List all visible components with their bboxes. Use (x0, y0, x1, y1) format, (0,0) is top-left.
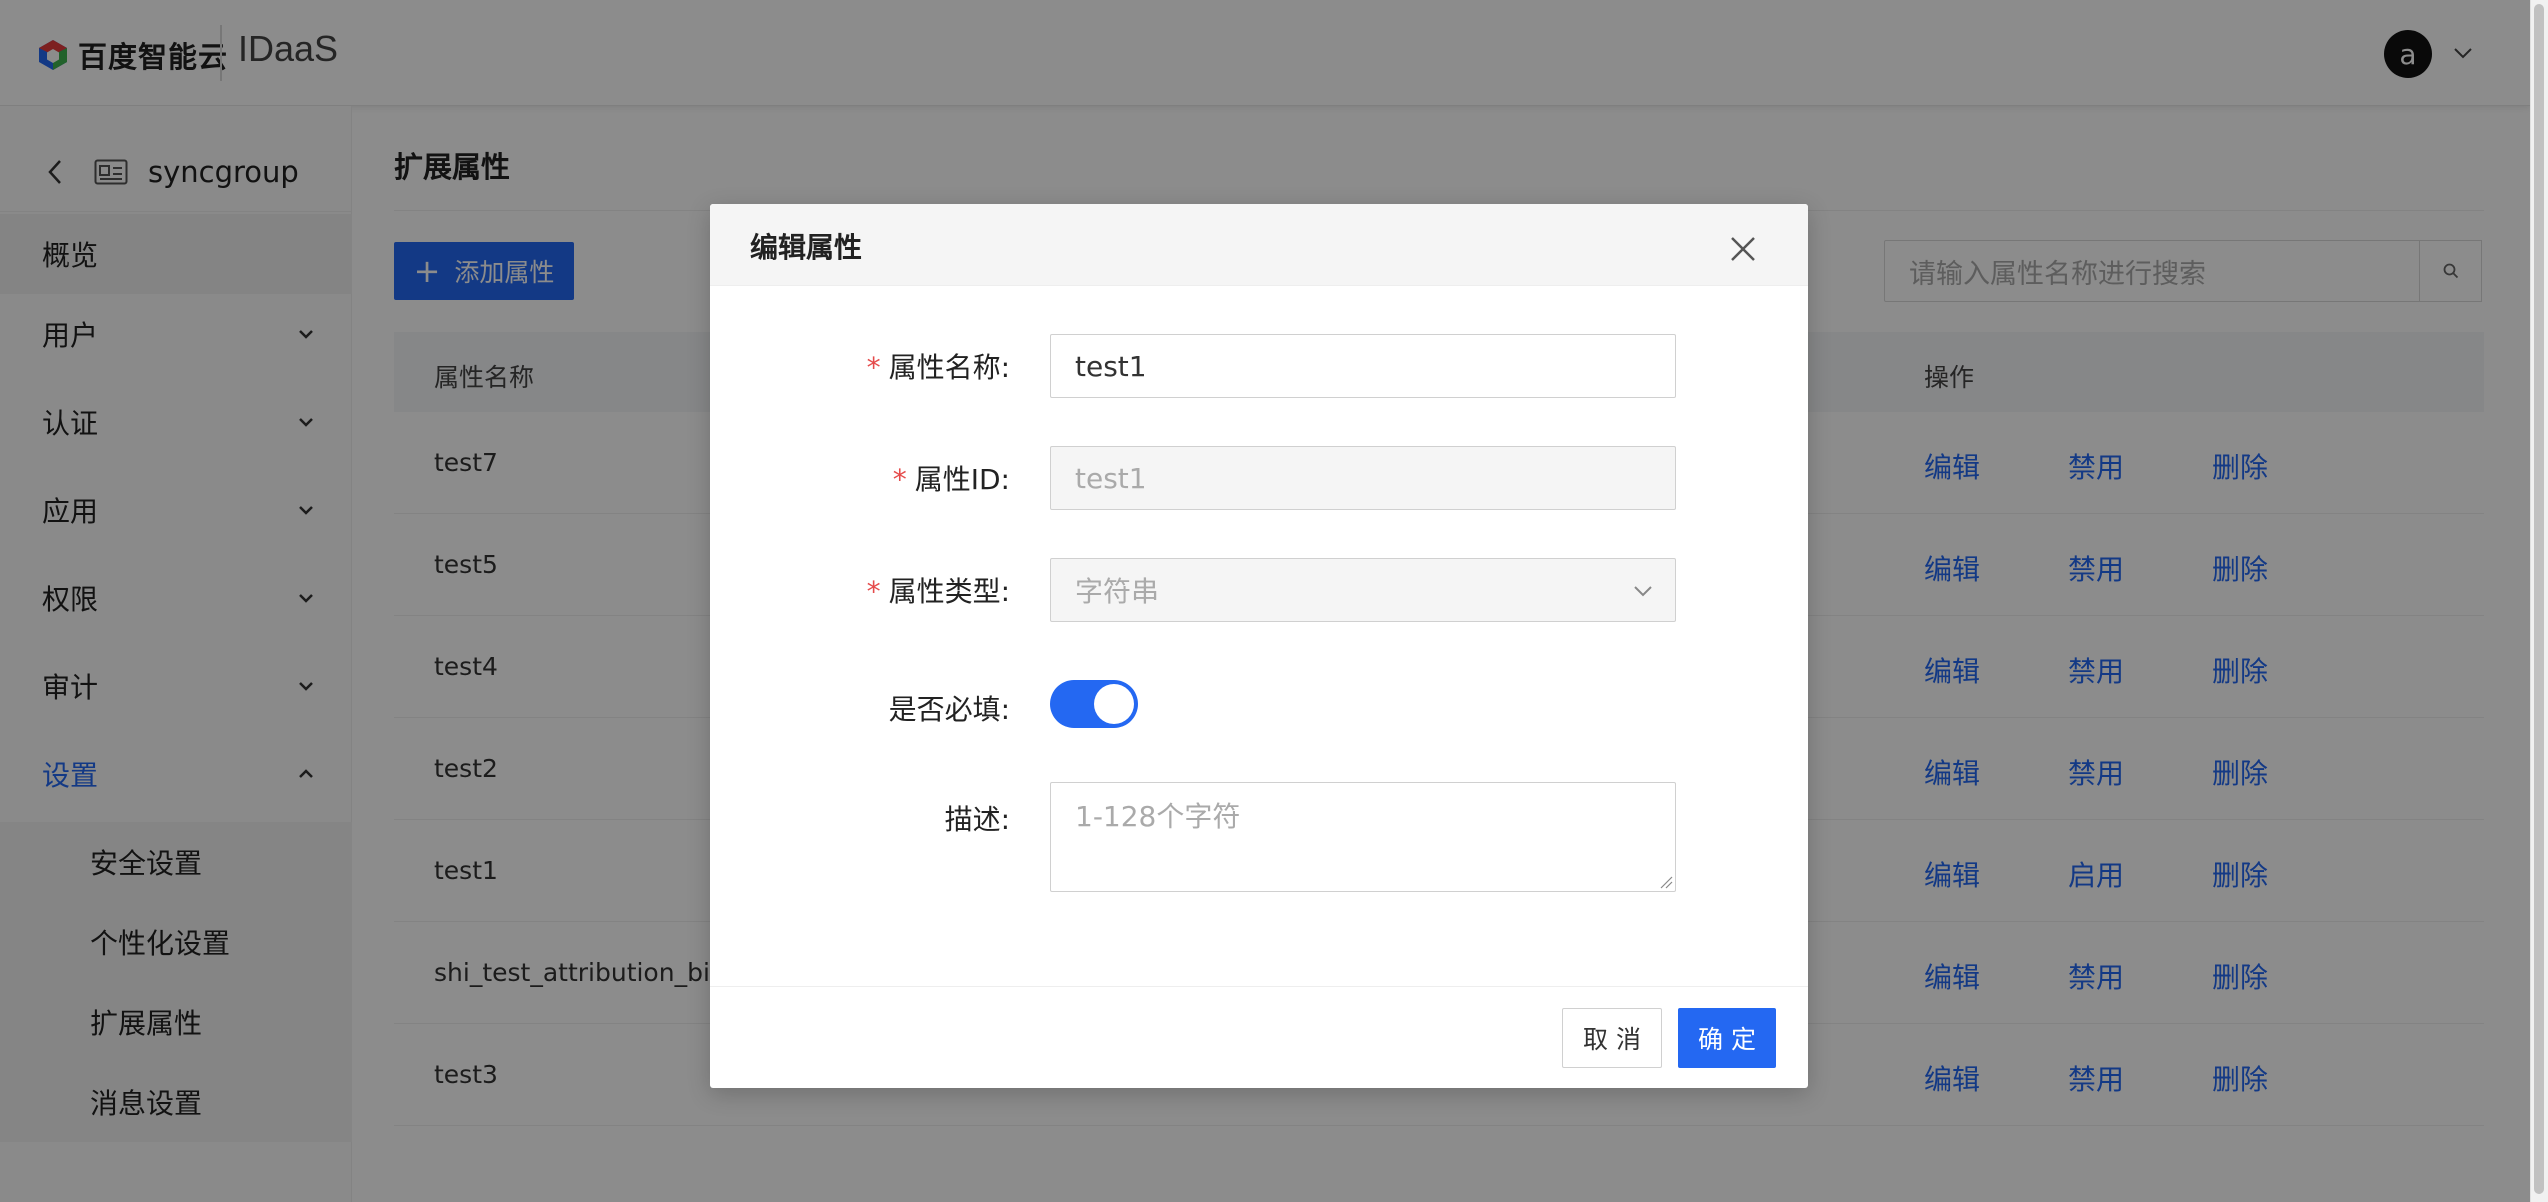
dialog-header: 编辑属性 (710, 204, 1808, 286)
description-textarea[interactable]: 1-128个字符 (1050, 782, 1676, 892)
name-label: * 属性名称: (710, 346, 1010, 386)
required-star: * (866, 575, 881, 608)
dialog-title: 编辑属性 (750, 231, 863, 264)
attribute-type-value: 字符串 (1075, 575, 1160, 608)
required-toggle[interactable] (1050, 680, 1138, 728)
id-label-text: 属性ID: (914, 463, 1010, 496)
edit-attribute-dialog: 编辑属性 * 属性名称: test1 * 属性ID: test1 * 属性类型: 字符… (710, 204, 1808, 1088)
cancel-button[interactable]: 取 消 (1562, 1008, 1662, 1068)
chevron-down-icon (1634, 586, 1652, 597)
dialog-footer-divider (710, 986, 1808, 987)
resize-handle-icon[interactable] (1657, 873, 1673, 889)
attribute-id-input: test1 (1050, 446, 1676, 510)
id-label: * 属性ID: (710, 458, 1010, 498)
close-icon[interactable] (1728, 234, 1758, 264)
required-star: * (866, 351, 881, 384)
required-label: 是否必填: (888, 693, 1010, 726)
attribute-type-select: 字符串 (1050, 558, 1676, 622)
description-placeholder: 1-128个字符 (1075, 800, 1241, 833)
required-star: * (892, 463, 907, 496)
type-label-text: 属性类型: (888, 575, 1010, 608)
toggle-knob (1094, 684, 1134, 724)
confirm-button[interactable]: 确 定 (1678, 1008, 1776, 1068)
attribute-id-value: test1 (1075, 461, 1147, 495)
attribute-name-input[interactable]: test1 (1050, 334, 1676, 398)
description-label: 描述: (944, 803, 1010, 836)
attribute-name-value: test1 (1075, 349, 1147, 383)
type-label: * 属性类型: (710, 570, 1010, 610)
scrollbar-thumb[interactable] (2534, 4, 2544, 1194)
name-label-text: 属性名称: (888, 351, 1010, 384)
